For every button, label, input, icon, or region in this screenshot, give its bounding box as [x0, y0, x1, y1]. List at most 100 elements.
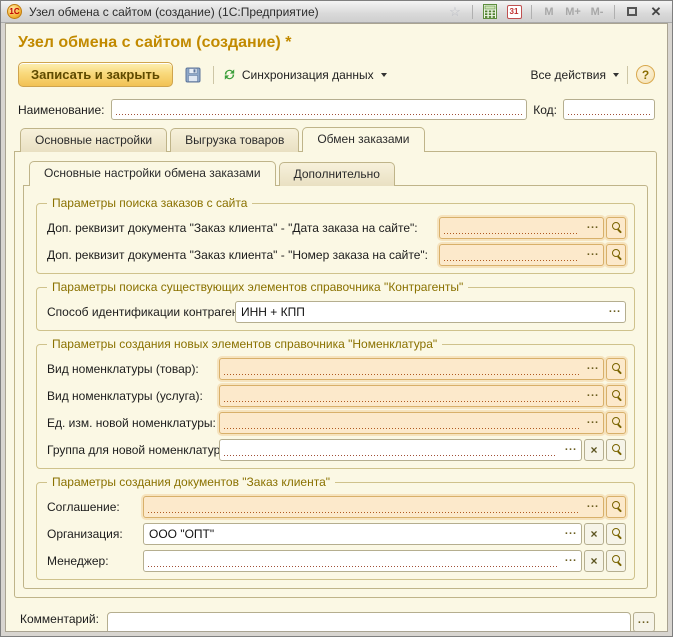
choose-button[interactable]: ...	[605, 302, 625, 322]
field-label: Группа для новой номенклатуры:	[47, 443, 219, 457]
choose-button[interactable]: ...	[583, 386, 603, 406]
magnifier-icon	[611, 222, 622, 233]
counterparty-id-method-input[interactable]	[236, 302, 605, 322]
choose-button[interactable]: ...	[561, 524, 581, 544]
tab-main-settings[interactable]: Основные настройки	[20, 128, 167, 152]
code-input[interactable]	[563, 99, 655, 120]
open-button[interactable]	[606, 358, 626, 380]
data-sync-menu[interactable]: Синхронизация данных	[222, 67, 387, 82]
group-title: Параметры создания новых элементов справ…	[47, 337, 442, 351]
clear-icon: ×	[590, 443, 597, 457]
order-exchange-panel: Основные настройки обмена заказами Допол…	[14, 151, 657, 598]
comment-textarea[interactable]	[107, 612, 631, 632]
maximize-icon	[627, 7, 637, 16]
help-button[interactable]: ?	[636, 65, 655, 84]
calendar-icon[interactable]: 31	[504, 3, 524, 20]
choose-button[interactable]: ...	[583, 218, 603, 238]
choose-button[interactable]: ...	[561, 551, 581, 571]
close-button[interactable]: ✕	[646, 3, 666, 20]
name-label: Наименование:	[18, 103, 105, 117]
open-button[interactable]	[606, 523, 626, 545]
comment-label: Комментарий:	[20, 612, 99, 626]
floppy-icon	[185, 67, 201, 83]
nomenclature-kind-goods-input[interactable]	[220, 359, 583, 379]
clear-icon: ×	[590, 527, 597, 541]
memory-recall-button[interactable]: M	[539, 3, 559, 20]
group-title: Параметры создания документов "Заказ кли…	[47, 475, 335, 489]
all-actions-menu[interactable]: Все действия	[531, 68, 619, 82]
tab-order-exchange-main[interactable]: Основные настройки обмена заказами	[29, 161, 276, 186]
data-sync-label: Синхронизация данных	[242, 68, 374, 82]
toolbar: Записать и закрыть Синхронизация данных	[6, 58, 667, 93]
magnifier-icon	[611, 444, 622, 455]
comment-row: Комментарий: ...	[6, 598, 667, 632]
field-label: Менеджер:	[47, 554, 143, 568]
toolbar-separator	[213, 66, 214, 84]
memory-add-button[interactable]: M+	[563, 3, 583, 20]
calculator-icon[interactable]	[480, 3, 500, 20]
maximize-button[interactable]	[622, 3, 642, 20]
title-bar: 1С Узел обмена с сайтом (создание) (1С:П…	[1, 1, 672, 23]
field-label: Вид номенклатуры (услуга):	[47, 389, 219, 403]
nomenclature-kind-service-input[interactable]	[220, 386, 583, 406]
manager-input[interactable]	[144, 551, 561, 571]
clear-button[interactable]: ×	[584, 550, 604, 572]
titlebar-separator	[614, 5, 615, 19]
bookmark-icon[interactable]: ☆	[445, 3, 465, 20]
all-actions-label: Все действия	[531, 68, 606, 82]
field-label: Доп. реквизит документа "Заказ клиента" …	[47, 248, 439, 262]
open-button[interactable]	[606, 439, 626, 461]
form-client-area: Узел обмена с сайтом (создание) * Записа…	[5, 23, 668, 632]
chevron-down-icon	[613, 73, 619, 77]
magnifier-icon	[611, 528, 622, 539]
memory-subtract-button[interactable]: M-	[587, 3, 607, 20]
choose-button[interactable]: ...	[583, 413, 603, 433]
titlebar-separator	[472, 5, 473, 19]
save-button[interactable]	[181, 64, 205, 86]
open-button[interactable]	[606, 412, 626, 434]
choose-button[interactable]: ...	[583, 245, 603, 265]
open-button[interactable]	[606, 385, 626, 407]
clear-button[interactable]: ×	[584, 439, 604, 461]
field-row: Вид номенклатуры (товар): ...	[47, 355, 626, 382]
tab-goods-upload[interactable]: Выгрузка товаров	[170, 128, 299, 152]
new-nomenclature-unit-input[interactable]	[220, 413, 583, 433]
order-number-attr-input[interactable]	[440, 245, 583, 265]
magnifier-icon	[611, 390, 622, 401]
group-client-order-creation: Параметры создания документов "Заказ кли…	[36, 482, 635, 580]
agreement-input[interactable]	[144, 497, 583, 517]
window-title: Узел обмена с сайтом (создание) (1С:Пред…	[29, 5, 445, 19]
order-exchange-main-panel: Параметры поиска заказов с сайта Доп. ре…	[23, 185, 648, 589]
chevron-down-icon	[381, 73, 387, 77]
order-date-attr-input[interactable]	[440, 218, 583, 238]
field-row: Соглашение: ...	[47, 493, 626, 520]
field-label: Соглашение:	[47, 500, 143, 514]
tab-order-exchange[interactable]: Обмен заказами	[302, 127, 424, 152]
organization-input[interactable]	[144, 524, 561, 544]
choose-button[interactable]: ...	[583, 359, 603, 379]
name-input[interactable]	[111, 99, 528, 120]
field-label: Вид номенклатуры (товар):	[47, 362, 219, 376]
open-button[interactable]	[606, 496, 626, 518]
tab-additional[interactable]: Дополнительно	[279, 162, 395, 186]
group-title: Параметры поиска существующих элементов …	[47, 280, 468, 294]
new-nomenclature-group-input[interactable]	[220, 440, 561, 460]
open-button[interactable]	[606, 550, 626, 572]
field-label: Способ идентификации контрагентов:	[47, 305, 235, 319]
page-title: Узел обмена с сайтом (создание) *	[6, 32, 667, 58]
field-label: Ед. изм. новой номенклатуры:	[47, 416, 219, 430]
close-icon: ✕	[651, 4, 662, 20]
field-row: Группа для новой номенклатуры: ... ×	[47, 436, 626, 463]
field-row: Организация: ... ×	[47, 520, 626, 547]
app-window: 1С Узел обмена с сайтом (создание) (1С:П…	[0, 0, 673, 637]
open-button[interactable]	[606, 217, 626, 239]
sync-icon	[222, 67, 237, 82]
clear-button[interactable]: ×	[584, 523, 604, 545]
save-and-close-button[interactable]: Записать и закрыть	[18, 62, 173, 87]
choose-button[interactable]: ...	[583, 497, 603, 517]
clear-icon: ×	[590, 554, 597, 568]
choose-button[interactable]: ...	[561, 440, 581, 460]
comment-expand-button[interactable]: ...	[633, 612, 655, 632]
group-nomenclature-creation: Параметры создания новых элементов справ…	[36, 344, 635, 469]
open-button[interactable]	[606, 244, 626, 266]
